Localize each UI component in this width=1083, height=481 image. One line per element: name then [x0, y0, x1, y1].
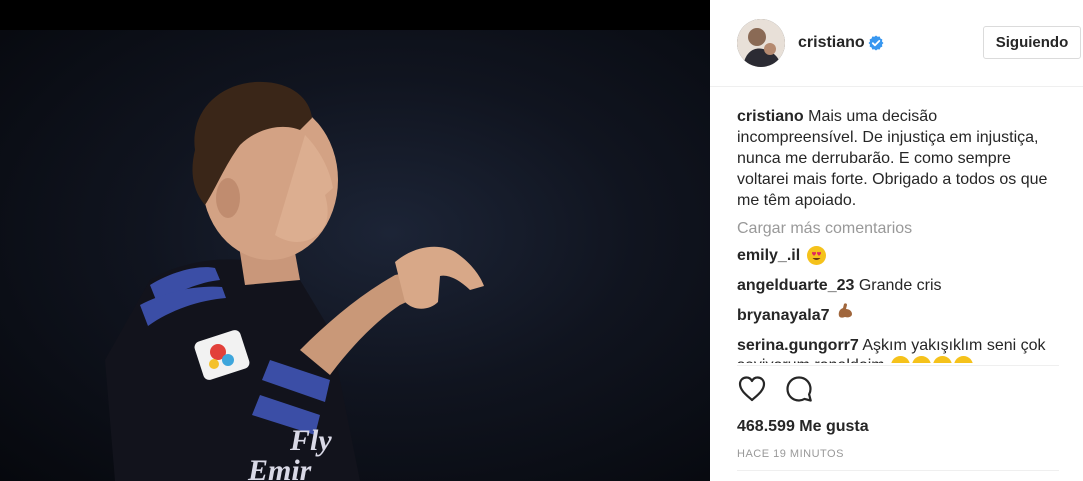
- comment-item: emily_.il: [737, 241, 1067, 271]
- comments-list: emily_.il angelduarte_23 Grande cris bry…: [737, 241, 1067, 363]
- flexed-biceps-emoji-icon: [836, 301, 855, 331]
- post-caption: cristiano Mais uma decisão incompreensív…: [737, 106, 1057, 211]
- avatar[interactable]: [737, 19, 785, 67]
- heart-eyes-emoji-icon: [912, 356, 932, 363]
- heart-eyes-emoji-icon: [891, 356, 911, 363]
- comment-item: serina.gungorr7 Aşkım yakışıklım seni ço…: [737, 331, 1067, 363]
- smile-emoji-icon: [933, 356, 953, 363]
- post-username[interactable]: cristiano: [798, 34, 865, 52]
- comment-username[interactable]: angelduarte_23: [737, 277, 854, 294]
- post-timestamp[interactable]: HACE 19 MINUTOS: [737, 448, 844, 460]
- like-heart-icon[interactable]: [737, 374, 769, 406]
- load-more-comments-link[interactable]: Cargar más comentarios: [737, 220, 912, 238]
- jersey-sponsor-line2: Emir: [248, 454, 312, 481]
- comment-item: angelduarte_23 Grande cris: [737, 271, 1067, 301]
- comment-text: Grande cris: [858, 277, 942, 294]
- actions-divider: [737, 365, 1059, 366]
- comment-bubble-icon[interactable]: [784, 374, 816, 406]
- player-illustration: [105, 81, 484, 481]
- likes-count[interactable]: 468.599 Me gusta: [737, 418, 869, 436]
- comment-username[interactable]: serina.gungorr7: [737, 337, 859, 354]
- jersey-sponsor-line1: Fly: [290, 424, 332, 457]
- post-header: cristiano Siguiendo: [710, 0, 1083, 87]
- caption-username[interactable]: cristiano: [737, 108, 804, 125]
- comment-input-divider: [737, 470, 1059, 471]
- jersey-sponsor: Fly Emir: [248, 426, 332, 481]
- avatar-image: [737, 19, 785, 67]
- comment-item: bryanayala7: [737, 301, 1067, 331]
- smile-emoji-icon: [954, 356, 974, 363]
- following-button[interactable]: Siguiendo: [983, 26, 1081, 59]
- post-photo-pane: Fly Emir: [0, 0, 710, 481]
- verified-badge-icon: [868, 35, 884, 51]
- heart-eyes-emoji-icon: [806, 246, 826, 266]
- comment-username[interactable]: emily_.il: [737, 247, 800, 264]
- post-photo[interactable]: Fly Emir: [0, 30, 710, 481]
- comment-username[interactable]: bryanayala7: [737, 307, 830, 324]
- post-sidebar: cristiano Siguiendo cristiano Mais uma d…: [710, 0, 1083, 481]
